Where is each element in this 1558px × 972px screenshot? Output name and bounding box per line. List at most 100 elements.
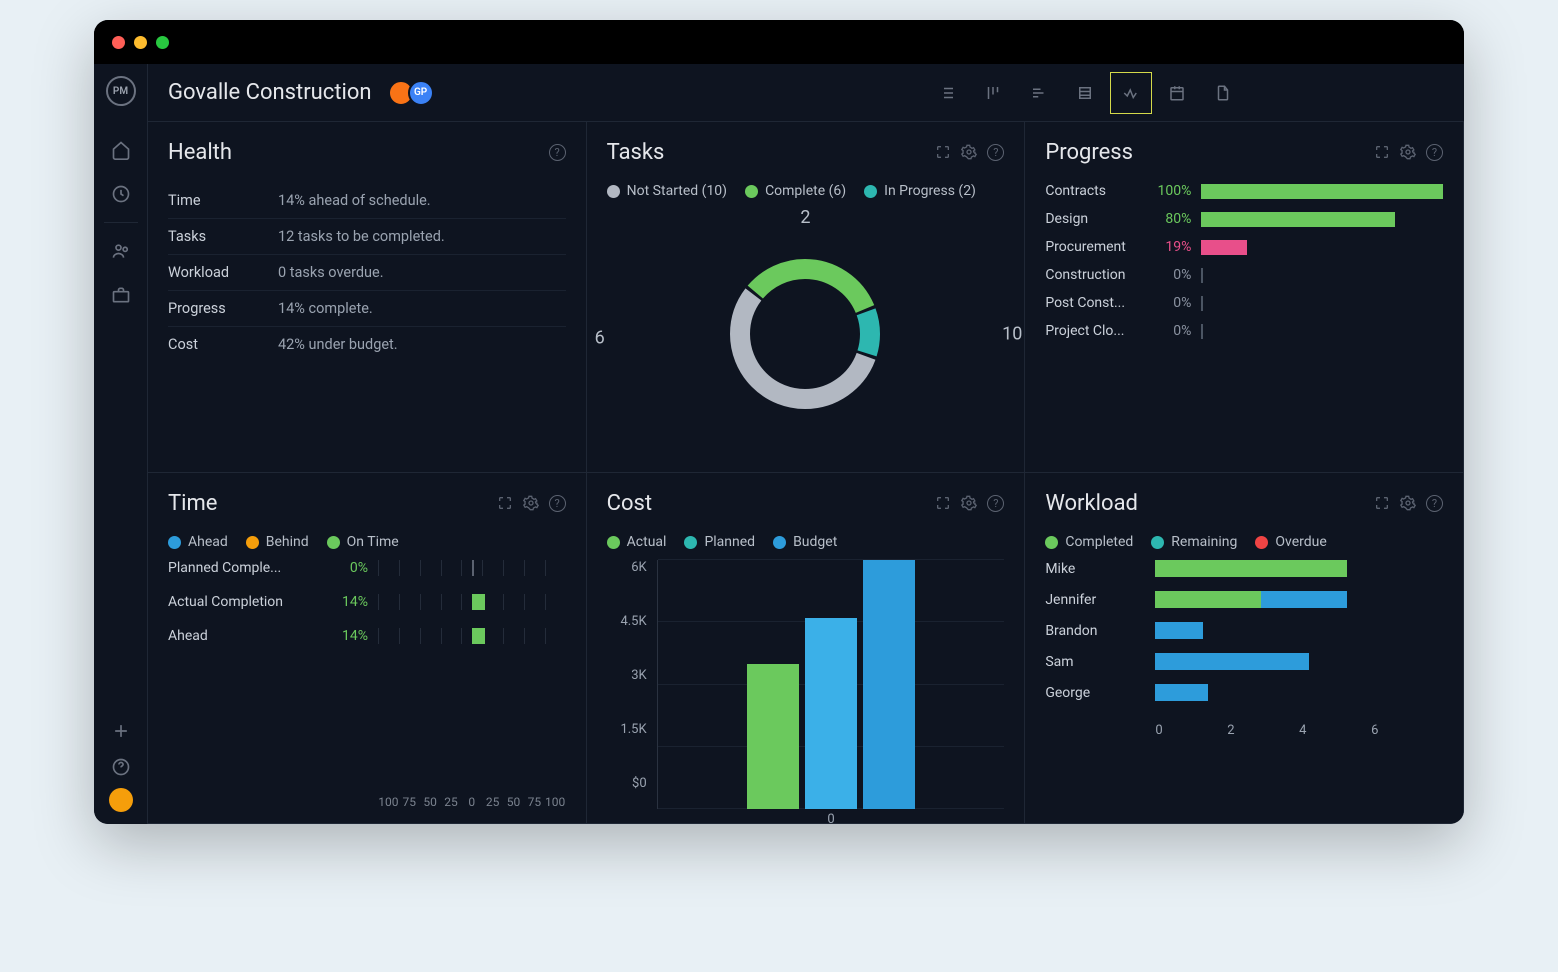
calendar-view-icon[interactable] xyxy=(1156,72,1198,114)
sidebar: PM xyxy=(94,64,148,824)
gear-icon[interactable] xyxy=(1400,495,1416,511)
workload-label: Brandon xyxy=(1045,623,1155,639)
legend-item[interactable]: Remaining xyxy=(1151,534,1237,550)
workload-bar xyxy=(1155,560,1443,577)
health-value: 14% ahead of schedule. xyxy=(278,192,431,209)
axis-tick: 25 xyxy=(441,795,462,809)
gear-icon[interactable] xyxy=(961,495,977,511)
workload-label: Mike xyxy=(1045,561,1155,577)
dashboard-view-icon[interactable] xyxy=(1110,72,1152,114)
legend-item[interactable]: Completed xyxy=(1045,534,1133,550)
legend-item[interactable]: Budget xyxy=(773,534,837,550)
maximize-window-button[interactable] xyxy=(156,36,169,49)
expand-icon[interactable] xyxy=(1374,495,1390,511)
progress-label: Design xyxy=(1045,211,1145,227)
axis-tick: 4 xyxy=(1299,723,1371,738)
axis-tick: 4.5K xyxy=(620,614,646,629)
axis-tick: 6K xyxy=(631,560,646,575)
expand-icon[interactable] xyxy=(1374,144,1390,160)
legend-item[interactable]: Ahead xyxy=(168,534,228,550)
help-icon[interactable] xyxy=(94,752,148,782)
legend-dot xyxy=(1255,536,1268,549)
legend-item[interactable]: Not Started (10) xyxy=(607,183,727,199)
avatar-2[interactable]: GP xyxy=(408,80,434,106)
workload-segment xyxy=(1155,591,1260,608)
time-panel: Time ? AheadBehindOn Time Planned Comple… xyxy=(148,473,587,824)
axis-tick: 75 xyxy=(399,795,420,809)
axis-tick: 25 xyxy=(482,795,503,809)
legend-dot xyxy=(864,185,877,198)
gear-icon[interactable] xyxy=(523,495,539,511)
axis-tick: 100 xyxy=(545,795,566,809)
files-view-icon[interactable] xyxy=(1202,72,1244,114)
health-label: Workload xyxy=(168,264,278,281)
time-percent: 0% xyxy=(308,560,368,576)
time-percent: 14% xyxy=(308,628,368,644)
panel-title: Cost xyxy=(607,491,652,516)
progress-bar xyxy=(1201,268,1443,283)
gear-icon[interactable] xyxy=(961,144,977,160)
app-logo[interactable]: PM xyxy=(106,76,136,106)
assignee-avatars[interactable]: GP xyxy=(388,80,434,106)
gantt-view-icon[interactable] xyxy=(1018,72,1060,114)
legend-item[interactable]: In Progress (2) xyxy=(864,183,976,199)
workload-bar xyxy=(1155,622,1443,639)
briefcase-icon[interactable] xyxy=(94,273,148,317)
legend-item[interactable]: Planned xyxy=(684,534,755,550)
list-view-icon[interactable] xyxy=(926,72,968,114)
view-tabs xyxy=(926,72,1244,114)
workload-label: George xyxy=(1045,685,1155,701)
legend-label: Overdue xyxy=(1275,534,1326,550)
add-icon[interactable] xyxy=(94,716,148,746)
time-label: Actual Completion xyxy=(168,594,308,610)
help-icon[interactable]: ? xyxy=(549,495,566,512)
axis-tick: 75 xyxy=(524,795,545,809)
clock-icon[interactable] xyxy=(94,172,148,216)
help-icon[interactable]: ? xyxy=(549,144,566,161)
legend-label: On Time xyxy=(347,534,399,550)
legend-item[interactable]: Complete (6) xyxy=(745,183,846,199)
legend-dot xyxy=(607,185,620,198)
progress-label: Contracts xyxy=(1045,183,1145,199)
minimize-window-button[interactable] xyxy=(134,36,147,49)
legend-item[interactable]: On Time xyxy=(327,534,399,550)
home-icon[interactable] xyxy=(94,128,148,172)
help-icon[interactable]: ? xyxy=(1426,495,1443,512)
help-icon[interactable]: ? xyxy=(1426,144,1443,161)
expand-icon[interactable] xyxy=(935,495,951,511)
gear-icon[interactable] xyxy=(1400,144,1416,160)
app-window: PM Govalle Construction GP xyxy=(94,20,1464,824)
progress-bar xyxy=(1201,212,1443,227)
health-row: Cost42% under budget. xyxy=(168,327,566,362)
close-window-button[interactable] xyxy=(112,36,125,49)
legend-item[interactable]: Behind xyxy=(246,534,309,550)
legend-item[interactable]: Actual xyxy=(607,534,667,550)
health-label: Progress xyxy=(168,300,278,317)
axis-tick: $0 xyxy=(632,776,647,791)
progress-percent: 100% xyxy=(1145,183,1191,199)
cost-bar xyxy=(805,618,857,809)
sheet-view-icon[interactable] xyxy=(1064,72,1106,114)
workload-row: Jennifer xyxy=(1045,591,1443,608)
cost-bar xyxy=(863,560,915,809)
legend-label: Ahead xyxy=(188,534,228,550)
time-percent: 14% xyxy=(308,594,368,610)
health-row: Time14% ahead of schedule. xyxy=(168,183,566,219)
progress-row: Project Clo... 0% xyxy=(1045,323,1443,339)
progress-label: Post Const... xyxy=(1045,295,1145,311)
help-icon[interactable]: ? xyxy=(987,144,1004,161)
expand-icon[interactable] xyxy=(935,144,951,160)
axis-tick: 3K xyxy=(631,668,646,683)
user-avatar[interactable] xyxy=(109,788,133,812)
expand-icon[interactable] xyxy=(497,495,513,511)
team-icon[interactable] xyxy=(94,229,148,273)
workload-bar xyxy=(1155,653,1443,670)
health-row: Workload0 tasks overdue. xyxy=(168,255,566,291)
board-view-icon[interactable] xyxy=(972,72,1014,114)
progress-panel: Progress ? Contracts 100% Design 80% Pro… xyxy=(1025,122,1464,473)
legend-label: Completed xyxy=(1065,534,1133,550)
axis-tick: 0 xyxy=(1155,723,1227,738)
help-icon[interactable]: ? xyxy=(987,495,1004,512)
legend-item[interactable]: Overdue xyxy=(1255,534,1326,550)
axis-tick: 1.5K xyxy=(620,722,646,737)
